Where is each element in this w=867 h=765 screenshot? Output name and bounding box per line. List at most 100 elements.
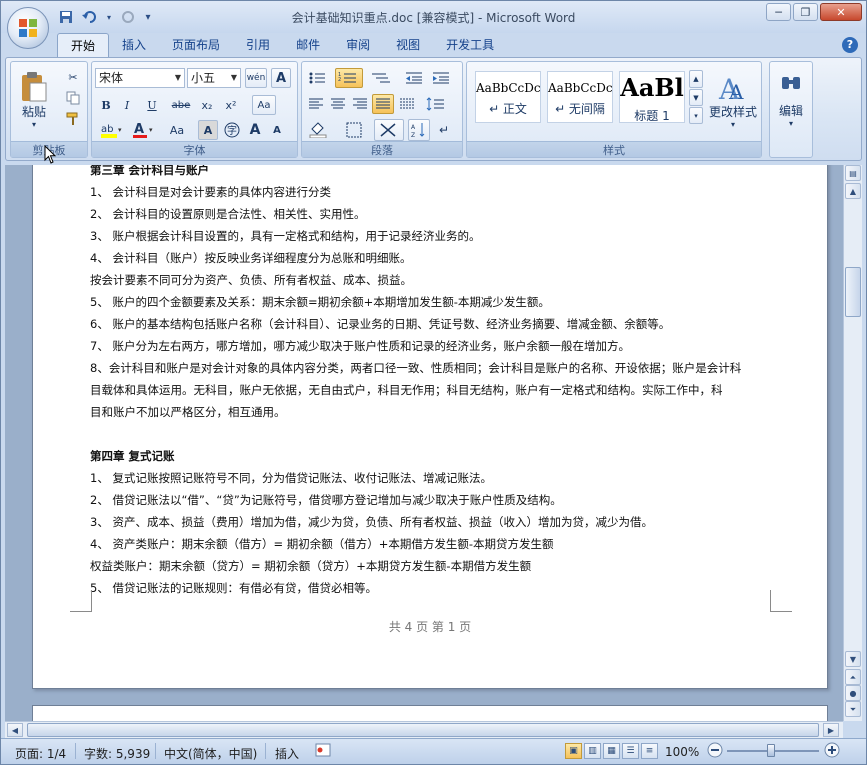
styles-more-icon[interactable]: ▾ [689, 107, 703, 124]
document-line[interactable]: 权益类账户：期末余额（贷方）= 期初余额（贷方）+本期贷方发生额-本期借方发生额 [90, 558, 531, 574]
copy-icon[interactable] [63, 89, 83, 107]
document-line[interactable]: 按会计要素不同可分为资产、负债、所有者权益、成本、损益。 [90, 272, 412, 288]
highlight-button[interactable]: ab ▾ [97, 120, 127, 140]
font-name-combo[interactable]: 宋体 ▼ [95, 68, 185, 88]
line-spacing-icon[interactable] [423, 95, 453, 113]
document-line[interactable]: 6、 账户的基本结构包括账户名称（会计科目）、记录业务的日期、凭证号数、经济业务… [90, 316, 670, 332]
document-page-2[interactable] [32, 705, 828, 721]
document-line[interactable]: 4、 资产类账户：期末余额（借方）= 期初余额（借方）+本期借方发生额-本期贷方… [90, 536, 554, 552]
char-border-button[interactable]: A [271, 68, 291, 88]
document-line[interactable]: 5、 借贷记账法的记账规则：有借必有贷，借贷必相等。 [90, 580, 377, 596]
document-line[interactable]: 5、 账户的四个金额要素及关系：期末余额=期初余额+本期增加发生额-本期减少发生… [90, 294, 550, 310]
tab-view[interactable]: 视图 [383, 33, 433, 57]
document-line[interactable]: 8、会计科目和账户是对会计对象的具体内容分类，两者口径一致、性质相同；会计科目是… [90, 360, 741, 376]
tab-insert[interactable]: 插入 [109, 33, 159, 57]
macro-record-icon[interactable] [315, 743, 331, 760]
document-line[interactable]: 1、 复式记账按照记账符号不同，分为借贷记账法、收付记账法、增减记账法。 [90, 470, 492, 486]
web-layout-view-icon[interactable]: ▦ [603, 743, 620, 759]
document-line[interactable]: 目载体和具体运用。无科目，账户无依据，无自由式户，科目无作用；科目无结构，账户有… [90, 382, 723, 398]
document-line[interactable]: 3、 账户根据会计科目设置的，具有一定格式和结构，用于记录经济业务的。 [90, 228, 480, 244]
document-line[interactable]: 3、 资产、成本、损益（费用）增加为借，减少为贷，负债、所有者权益、损益（收入）… [90, 514, 653, 530]
document-line[interactable]: 2、 借贷记账法以“借”、“贷”为记账符号，借贷哪方登记增加与减少取决于账户性质… [90, 492, 562, 508]
document-area[interactable]: 第三章 会计科目与账户 1、 会计科目是对会计要素的具体内容进行分类 2、 会计科目… [5, 165, 843, 721]
status-page[interactable]: 页面: 1/4 [15, 745, 66, 762]
help-icon[interactable]: ? [842, 37, 858, 53]
restore-button[interactable]: ❐ [793, 3, 818, 21]
phonetic-guide-button[interactable]: wén [245, 68, 267, 88]
tab-review[interactable]: 审阅 [333, 33, 383, 57]
document-line[interactable]: 1、 会计科目是对会计要素的具体内容进行分类 [90, 184, 331, 200]
status-language[interactable]: 中文(简体，中国) [164, 745, 257, 762]
change-case-button[interactable]: Aa [162, 120, 192, 140]
print-layout-view-icon[interactable]: ▣ [565, 743, 582, 759]
format-painter-icon[interactable] [63, 110, 83, 128]
subscript-button[interactable]: x₂ [196, 96, 218, 114]
scroll-right-icon[interactable]: ▶ [823, 723, 839, 737]
show-marks-icon[interactable]: ↵ [434, 120, 454, 140]
browse-object-icon[interactable]: ● [845, 685, 861, 701]
sort-icon[interactable]: AZ [408, 119, 430, 141]
document-line[interactable]: 2、 会计科目的设置原则是合法性、相关性、实用性。 [90, 206, 365, 222]
zoom-slider-thumb[interactable] [767, 744, 775, 757]
enclose-char-button[interactable]: 字 [222, 120, 242, 140]
justify-icon[interactable] [372, 94, 394, 114]
multilevel-list-icon[interactable] [367, 68, 397, 88]
chapter-heading[interactable]: 第三章 会计科目与账户 [90, 165, 209, 178]
tab-home[interactable]: 开始 [57, 33, 110, 57]
zoom-level[interactable]: 100% [665, 745, 699, 759]
font-size-combo[interactable]: 小五 ▼ [187, 68, 241, 88]
underline-button[interactable]: U [140, 96, 164, 114]
previous-page-icon[interactable]: ⏶ [845, 669, 861, 685]
styles-scroll-up-icon[interactable]: ▲ [689, 70, 703, 88]
ruler-toggle-icon[interactable]: ▤ [845, 165, 861, 181]
scroll-thumb[interactable] [845, 267, 861, 317]
tab-developer[interactable]: 开发工具 [433, 33, 507, 57]
style-heading1[interactable]: AaBl 标题 1 [619, 71, 685, 123]
increase-indent-icon[interactable] [429, 68, 453, 88]
decrease-indent-icon[interactable] [402, 68, 426, 88]
minimize-button[interactable]: ─ [766, 3, 791, 21]
tab-page-layout[interactable]: 页面布局 [159, 33, 233, 57]
strikethrough-button[interactable]: abe [169, 96, 193, 114]
align-left-icon[interactable] [306, 95, 326, 113]
hscroll-thumb[interactable] [27, 723, 819, 737]
document-line[interactable]: 7、 账户分为左右两方，哪方增加，哪方减少取决于账户性质和记录的经济业务，账户余… [90, 338, 630, 354]
horizontal-scrollbar[interactable]: ◀ ▶ [5, 721, 843, 738]
editing-button[interactable]: 编辑 ▾ [772, 64, 810, 136]
chinese-layout-icon[interactable] [374, 119, 404, 141]
cut-icon[interactable]: ✂ [63, 68, 83, 86]
draft-view-icon[interactable]: ≡ [641, 743, 658, 759]
bold-button[interactable]: B [97, 96, 115, 114]
italic-button[interactable]: I [118, 96, 136, 114]
outline-view-icon[interactable]: ☰ [622, 743, 639, 759]
full-screen-reading-view-icon[interactable]: ▥ [584, 743, 601, 759]
font-color-button[interactable]: A ▾ [130, 120, 158, 140]
zoom-out-icon[interactable] [707, 742, 723, 761]
align-right-icon[interactable] [350, 95, 370, 113]
document-line[interactable]: 4、 会计科目（账户）按反映业务详细程度分为总账和明细账。 [90, 250, 411, 266]
style-normal[interactable]: AaBbCcDc ↵ 正文 [475, 71, 541, 123]
chapter-heading[interactable]: 第四章 复式记账 [90, 448, 175, 464]
next-page-icon[interactable]: ⏷ [845, 701, 861, 717]
char-shading-button[interactable]: A [198, 120, 218, 140]
shrink-font-button[interactable]: A [267, 120, 287, 140]
scroll-down-icon[interactable]: ▼ [845, 651, 861, 667]
document-page[interactable]: 第三章 会计科目与账户 1、 会计科目是对会计要素的具体内容进行分类 2、 会计科目… [32, 165, 828, 689]
close-button[interactable]: ✕ [820, 3, 862, 21]
status-insert-mode[interactable]: 插入 [275, 745, 299, 762]
zoom-in-icon[interactable] [824, 742, 840, 761]
superscript-button[interactable]: x² [220, 96, 242, 114]
align-center-icon[interactable] [328, 95, 348, 113]
grow-font-button[interactable]: A [245, 120, 265, 140]
scroll-up-icon[interactable]: ▲ [845, 183, 861, 199]
text-effects-button[interactable]: Aa [252, 95, 276, 115]
tab-mailings[interactable]: 邮件 [283, 33, 333, 57]
document-line[interactable]: 目和账户不加以严格区分，相互通用。 [90, 404, 286, 420]
borders-icon[interactable] [340, 120, 370, 140]
change-styles-button[interactable]: AA 更改样式 ▾ [707, 65, 759, 137]
scroll-left-icon[interactable]: ◀ [7, 723, 23, 737]
paste-button[interactable]: 粘贴 ▾ [15, 64, 53, 136]
styles-scroll-down-icon[interactable]: ▼ [689, 89, 703, 106]
bullets-icon[interactable] [306, 68, 332, 88]
status-word-count[interactable]: 字数: 5,939 [84, 745, 150, 762]
